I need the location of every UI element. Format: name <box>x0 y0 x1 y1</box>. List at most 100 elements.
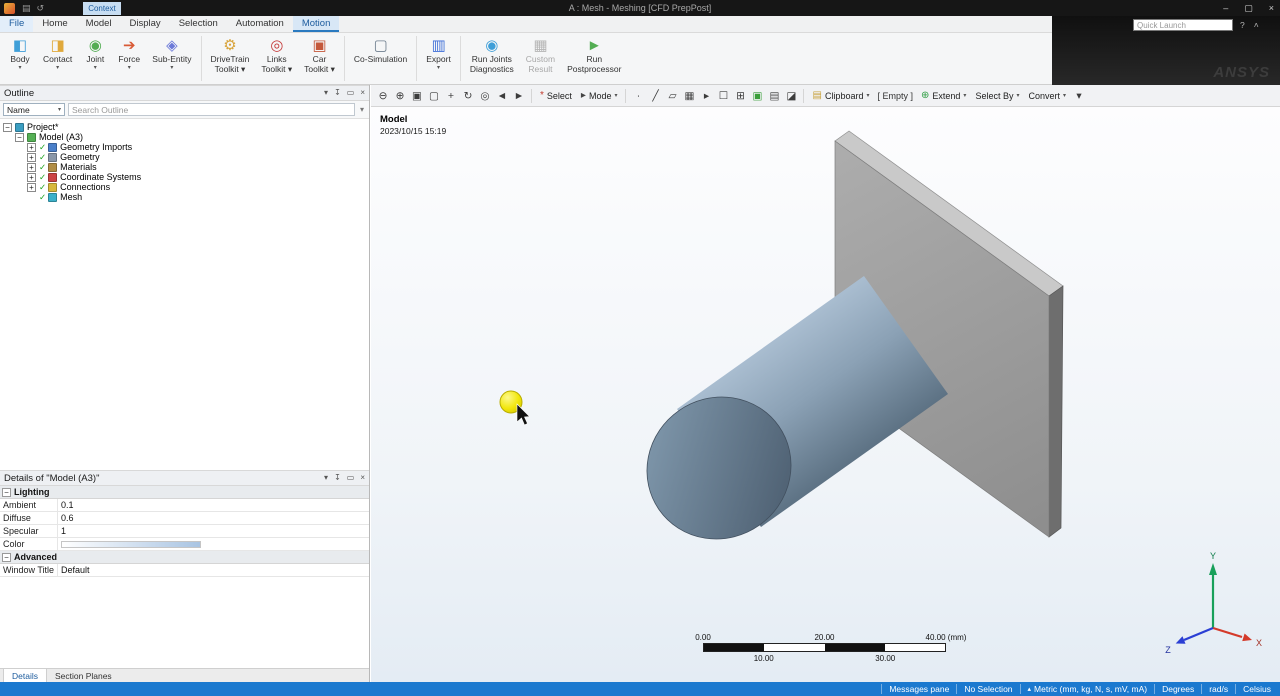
close-icon[interactable]: × <box>360 471 365 485</box>
tree-item-project[interactable]: − Project* <box>0 122 369 132</box>
more-options-icon[interactable]: ▾ <box>1071 88 1087 104</box>
tree-item-coordinate-systems[interactable]: + ✓ Coordinate Systems <box>0 172 369 182</box>
status-no-selection[interactable]: No Selection <box>956 684 1019 694</box>
orientation-triad[interactable]: Y X Z <box>1165 551 1262 655</box>
float-icon[interactable]: ▭ <box>347 471 355 485</box>
tab-home[interactable]: Home <box>33 16 76 32</box>
3d-viewport-canvas[interactable]: Model 2023/10/15 15:19 Y X Z 0.00 20.00 … <box>371 107 1280 682</box>
status-rad-s[interactable]: rad/s <box>1201 684 1235 694</box>
convert-dropdown[interactable]: Convert ▾ <box>1024 91 1070 101</box>
bottom-tab-bar: Details Section Planes <box>0 668 369 682</box>
previous-view-icon[interactable]: ◄ <box>494 88 510 104</box>
tree-item-geometry[interactable]: + ✓ Geometry <box>0 152 369 162</box>
ribbon-button-export[interactable]: ▥ Export ▾ <box>420 35 457 82</box>
select-button[interactable]: * Select <box>536 90 576 101</box>
status-messages-pane[interactable]: Messages pane <box>881 684 956 694</box>
tab-model[interactable]: Model <box>77 16 121 32</box>
ribbon-button-joint[interactable]: ◉ Joint ▾ <box>78 35 112 82</box>
ribbon-button-drivetrain-toolkit[interactable]: ⚙ DriveTrain Toolkit ▾ <box>205 35 256 82</box>
3d-scene[interactable]: Y X Z <box>371 107 1280 682</box>
expand-icon[interactable]: + <box>27 162 36 172</box>
mode-dropdown[interactable]: ▸ Mode ▾ <box>577 90 622 101</box>
collapse-icon[interactable]: − <box>2 552 11 562</box>
dropdown-icon[interactable]: ▾ <box>324 471 328 485</box>
wireframe-icon[interactable]: ▤ <box>766 88 782 104</box>
next-view-icon[interactable]: ► <box>511 88 527 104</box>
rotate-icon[interactable]: ↻ <box>460 88 476 104</box>
ribbon-button-co-simulation[interactable]: ▢ Co-Simulation <box>348 35 413 82</box>
grow-selection-icon[interactable]: ⊞ <box>732 88 748 104</box>
zoom-box-icon[interactable]: ▣ <box>409 88 425 104</box>
color-swatch[interactable] <box>61 540 201 548</box>
details-row-value[interactable] <box>58 538 369 550</box>
vertex-filter-icon[interactable]: ∙ <box>630 88 646 104</box>
details-row-value[interactable]: 0.1 <box>58 499 369 511</box>
bottom-tab-section-planes[interactable]: Section Planes <box>47 669 120 682</box>
ribbon-button-custom-result[interactable]: ▦ Custom Result <box>520 35 561 82</box>
visibility-icon[interactable]: ▣ <box>749 88 765 104</box>
expand-icon[interactable]: + <box>27 172 36 182</box>
face-filter-icon[interactable]: ▱ <box>664 88 680 104</box>
expand-icon[interactable]: + <box>27 142 36 152</box>
zoom-fit-icon[interactable]: ▢ <box>426 88 442 104</box>
filter-options-icon[interactable]: ▾ <box>358 105 366 114</box>
ribbon-button-contact[interactable]: ◨ Contact ▾ <box>37 35 78 82</box>
details-section-lighting[interactable]: − Lighting <box>0 486 369 499</box>
minimize-icon[interactable]: – <box>1223 3 1228 13</box>
ribbon-button-links-toolkit[interactable]: ◎ Links Toolkit ▾ <box>255 35 298 82</box>
details-row-value[interactable]: 0.6 <box>58 512 369 524</box>
extend-dropdown[interactable]: ⊕ Extend ▾ <box>917 90 970 101</box>
details-row-value[interactable]: 1 <box>58 525 369 537</box>
ribbon-button-car-toolkit[interactable]: ▣ Car Toolkit ▾ <box>298 35 341 82</box>
maximize-icon[interactable]: ▢ <box>1244 3 1253 14</box>
ribbon-button-run-postprocessor[interactable]: ► Run Postprocessor <box>561 35 627 82</box>
edge-filter-icon[interactable]: ╱ <box>647 88 663 104</box>
pin-icon[interactable]: ↧ <box>334 86 341 100</box>
ribbon-button-run-joints-diagnostics[interactable]: ◉ Run Joints Diagnostics <box>464 35 520 82</box>
collapse-icon[interactable]: − <box>15 132 24 142</box>
zoom-in-icon[interactable]: ⊕ <box>392 88 408 104</box>
tree-item-mesh[interactable]: ✓ Mesh <box>0 192 369 202</box>
status-degrees[interactable]: Degrees <box>1154 684 1201 694</box>
close-icon[interactable]: × <box>1269 3 1274 13</box>
tree-item-model-a3[interactable]: − Model (A3) <box>0 132 369 142</box>
ribbon-button-force[interactable]: ➔ Force ▾ <box>112 35 146 82</box>
ribbon-button-body[interactable]: ◧ Body ▾ <box>3 35 37 82</box>
expand-icon[interactable]: + <box>27 182 36 192</box>
close-icon[interactable]: × <box>360 86 365 100</box>
section-plane-icon[interactable]: ◪ <box>783 88 799 104</box>
details-row-value[interactable]: Default <box>58 564 369 576</box>
status-metric-mm-kg-n-s-mv-ma[interactable]: ▴ Metric (mm, kg, N, s, mV, mA) <box>1019 684 1155 694</box>
zoom-out-icon[interactable]: ⊖ <box>375 88 391 104</box>
quick-launch-input[interactable] <box>1133 19 1233 31</box>
pin-icon[interactable]: ↧ <box>334 471 341 485</box>
tab-display[interactable]: Display <box>121 16 170 32</box>
pan-icon[interactable]: + <box>443 88 459 104</box>
dropdown-icon[interactable]: ▾ <box>324 86 328 100</box>
look-at-icon[interactable]: ◎ <box>477 88 493 104</box>
expand-icon[interactable]: + <box>27 152 36 162</box>
bottom-tab-details[interactable]: Details <box>3 669 47 682</box>
tree-item-materials[interactable]: + ✓ Materials <box>0 162 369 172</box>
name-filter-select[interactable]: Name ▾ <box>3 103 65 116</box>
select-by-dropdown[interactable]: Select By ▾ <box>971 91 1023 101</box>
body-filter-icon[interactable]: ▦ <box>681 88 697 104</box>
details-section-advanced[interactable]: − Advanced <box>0 551 369 564</box>
tab-automation[interactable]: Automation <box>227 16 293 32</box>
tab-motion[interactable]: Motion <box>292 16 340 32</box>
tree-item-geometry-imports[interactable]: + ✓ Geometry Imports <box>0 142 369 152</box>
ribbon-button-sub-entity[interactable]: ◈ Sub-Entity ▾ <box>146 35 197 82</box>
outline-search-input[interactable] <box>68 103 355 116</box>
pick-icon[interactable]: ▸ <box>698 88 714 104</box>
box-select-icon[interactable]: ☐ <box>715 88 731 104</box>
help-icon[interactable]: ? <box>1240 19 1245 31</box>
tab-file[interactable]: File <box>0 16 34 32</box>
status-celsius[interactable]: Celsius <box>1235 684 1278 694</box>
tab-selection[interactable]: Selection <box>170 16 227 32</box>
collapse-icon[interactable]: − <box>2 487 11 497</box>
tree-item-connections[interactable]: + ✓ Connections <box>0 182 369 192</box>
collapse-ribbon-icon[interactable]: ˄ <box>1254 19 1259 31</box>
float-icon[interactable]: ▭ <box>347 86 355 100</box>
collapse-icon[interactable]: − <box>3 122 12 132</box>
clipboard-dropdown[interactable]: ▤ Clipboard ▾ <box>808 90 873 101</box>
